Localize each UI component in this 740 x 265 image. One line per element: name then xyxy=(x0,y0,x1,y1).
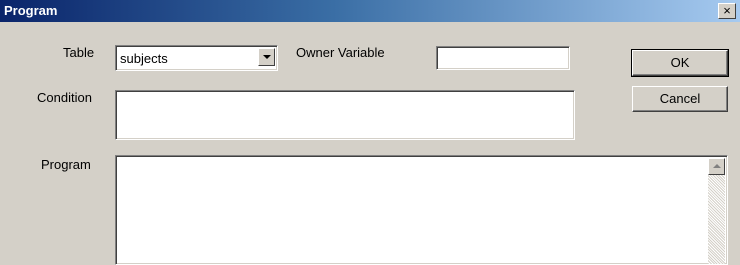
program-vertical-scrollbar[interactable] xyxy=(708,158,725,264)
table-combobox-value: subjects xyxy=(120,51,168,66)
table-combobox[interactable]: subjects xyxy=(115,45,278,71)
condition-label: Condition xyxy=(37,90,92,105)
title-bar: Program × xyxy=(0,0,740,22)
cancel-button[interactable]: Cancel xyxy=(632,86,728,112)
program-textarea[interactable] xyxy=(115,155,728,265)
table-label: Table xyxy=(63,45,95,60)
scroll-up-arrow-icon[interactable] xyxy=(708,158,725,175)
owner-variable-input[interactable] xyxy=(436,46,570,70)
program-label: Program xyxy=(41,157,91,172)
ok-button[interactable]: OK xyxy=(631,49,729,77)
close-icon[interactable]: × xyxy=(718,3,736,19)
owner-variable-label: Owner Variable xyxy=(296,45,385,60)
condition-input[interactable] xyxy=(115,90,575,140)
chevron-down-icon[interactable] xyxy=(258,48,275,66)
window-title: Program xyxy=(4,3,58,18)
